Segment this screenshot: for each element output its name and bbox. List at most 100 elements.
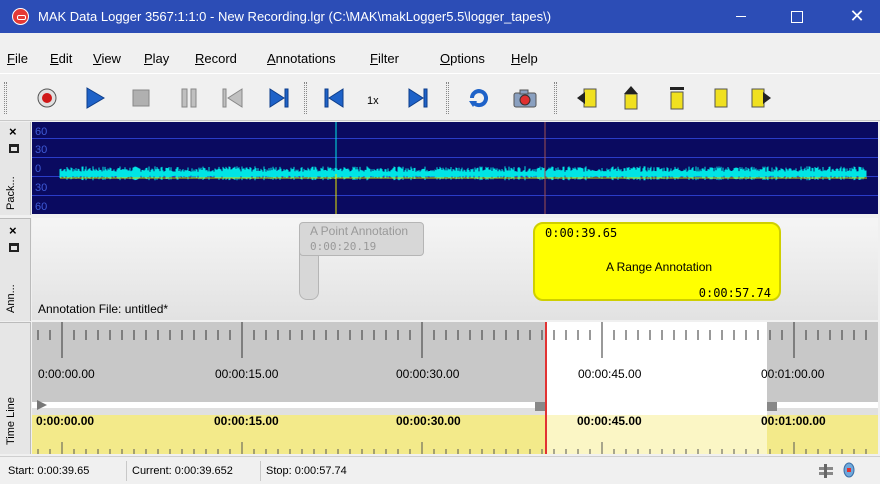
title-bar[interactable]: MAK Data Logger 3567:1:1:0 - New Recordi…: [0, 0, 880, 33]
annotation-down-button[interactable]: [708, 84, 734, 112]
step-forward-button[interactable]: [404, 84, 430, 112]
toolbar: 1x: [0, 73, 880, 121]
timeline-panel-label: Time Line: [5, 397, 17, 445]
menu-bar: File Edit View Play Record Annotations F…: [0, 45, 880, 67]
menu-filter-key: F: [370, 51, 378, 66]
point-annotation-stem: [299, 252, 319, 300]
annotation-next-button[interactable]: [748, 84, 774, 112]
annotations-panel-sidebar: × Ann...: [0, 218, 31, 321]
menu-record-key: R: [195, 51, 205, 66]
selection-start-handle[interactable]: [535, 402, 545, 411]
bottom-time-label: 00:00:45.00: [577, 414, 642, 428]
menu-play-label: lay: [152, 51, 170, 66]
pause-icon: [181, 88, 197, 108]
menu-help[interactable]: Help: [511, 51, 538, 66]
range-annotation[interactable]: 0:00:39.65 A Range Annotation 0:00:57.74: [533, 222, 781, 301]
step-back-button[interactable]: [322, 84, 348, 112]
record-icon: [37, 88, 57, 108]
top-time-label: 00:00:15.00: [215, 367, 279, 381]
annotation-top-icon: [670, 87, 684, 110]
menu-view[interactable]: View: [93, 51, 121, 66]
menu-edit-label: dit: [58, 51, 73, 66]
menu-filter[interactable]: Filter: [370, 51, 399, 66]
record-button[interactable]: [34, 84, 60, 112]
menu-play[interactable]: Play: [144, 51, 169, 66]
packets-close-button[interactable]: ×: [9, 124, 17, 139]
status-separator: [260, 461, 261, 481]
status-stop: Stop: 0:00:57.74: [266, 465, 347, 477]
packets-panel-label: Pack...: [5, 176, 17, 210]
rewind-icon: [222, 88, 243, 108]
play-button[interactable]: [82, 84, 108, 112]
bottom-time-label: 00:00:15.00: [214, 414, 279, 428]
fast-forward-button[interactable]: [266, 84, 292, 112]
menu-annotations-key: A: [267, 51, 276, 66]
annotation-up-icon: [624, 86, 638, 110]
current-time-marker[interactable]: [545, 322, 547, 454]
point-annotation[interactable]: A Point Annotation 0:00:20.19: [299, 222, 424, 302]
annotation-track[interactable]: A Point Annotation 0:00:20.19 0:00:39.65…: [32, 218, 878, 320]
stop-button[interactable]: [128, 84, 154, 112]
timeline[interactable]: 0:00:00.00 00:00:15.00 00:00:30.00 00:00…: [32, 322, 878, 454]
menu-options-label: ptions: [450, 51, 485, 66]
menu-view-label: iew: [101, 51, 121, 66]
rewind-button[interactable]: [220, 84, 246, 112]
menu-file[interactable]: File: [7, 51, 28, 66]
maximize-button[interactable]: [774, 0, 820, 33]
timeline-panel-sidebar: Time Line: [0, 322, 31, 454]
menu-record-label: ecord: [204, 51, 237, 66]
toolbar-separator: [554, 82, 557, 114]
menu-file-label: ile: [14, 51, 28, 66]
menu-options[interactable]: Options: [440, 51, 485, 66]
toolbar-separator: [446, 82, 449, 114]
menu-help-label: elp: [520, 51, 538, 66]
toolbar-grip: [4, 82, 7, 114]
close-button[interactable]: ✕: [834, 0, 880, 33]
menu-edit-key: E: [50, 51, 59, 66]
annotation-prev-button[interactable]: [574, 84, 600, 112]
range-annotation-start: 0:00:39.65: [545, 226, 618, 240]
annotations-close-button[interactable]: ×: [9, 223, 17, 238]
annotations-panel-label: Ann...: [5, 284, 17, 313]
stop-icon: [132, 89, 150, 107]
status-current: Current: 0:00:39.652: [132, 465, 233, 477]
bottom-ticks: [37, 442, 867, 454]
top-time-label: 00:01:00.00: [761, 367, 825, 381]
loop-button[interactable]: [466, 84, 492, 112]
window-title: MAK Data Logger 3567:1:1:0 - New Recordi…: [38, 9, 552, 24]
timeline-start-arrow-icon: [37, 400, 47, 410]
selection-stop-handle[interactable]: [767, 402, 777, 411]
menu-annotations[interactable]: Annotations: [267, 51, 336, 66]
snapshot-button[interactable]: [512, 84, 538, 112]
point-annotation-box[interactable]: A Point Annotation 0:00:20.19: [299, 222, 424, 256]
packet-waveform: [59, 122, 867, 214]
annotation-prev-icon: [577, 88, 597, 108]
packet-graph[interactable]: 60 30 0 30 60: [32, 122, 878, 214]
top-ticks: [37, 322, 867, 358]
status-start: Start: 0:00:39.65: [8, 465, 90, 477]
menu-annotations-label: nnotations: [275, 51, 336, 66]
top-time-label: 00:00:30.00: [396, 367, 460, 381]
menu-file-key: F: [7, 51, 15, 66]
point-annotation-time: 0:00:20.19: [310, 240, 377, 253]
bottom-time-label: 00:00:30.00: [396, 414, 461, 428]
range-annotation-name: A Range Annotation: [605, 260, 713, 274]
packets-float-icon[interactable]: [9, 144, 19, 153]
annotations-float-icon[interactable]: [9, 243, 19, 252]
menu-edit[interactable]: Edit: [50, 51, 72, 66]
menu-options-key: O: [440, 51, 451, 66]
annotation-top-button[interactable]: [664, 84, 690, 112]
play-icon: [86, 87, 105, 109]
audio-icon: [843, 462, 855, 478]
range-annotation-stop: 0:00:57.74: [698, 286, 771, 300]
menu-record[interactable]: Record: [195, 51, 237, 66]
bottom-time-label: 0:00:00.00: [36, 414, 95, 428]
app-logo-icon: [12, 8, 29, 25]
pause-button[interactable]: [176, 84, 202, 112]
annotation-next-icon: [751, 88, 771, 108]
minimize-button[interactable]: [718, 0, 764, 33]
annotation-up-button[interactable]: [618, 84, 644, 112]
point-annotation-name: A Point Annotation: [310, 224, 409, 238]
loop-icon: [469, 89, 488, 108]
toolbar-separator: [304, 82, 307, 114]
